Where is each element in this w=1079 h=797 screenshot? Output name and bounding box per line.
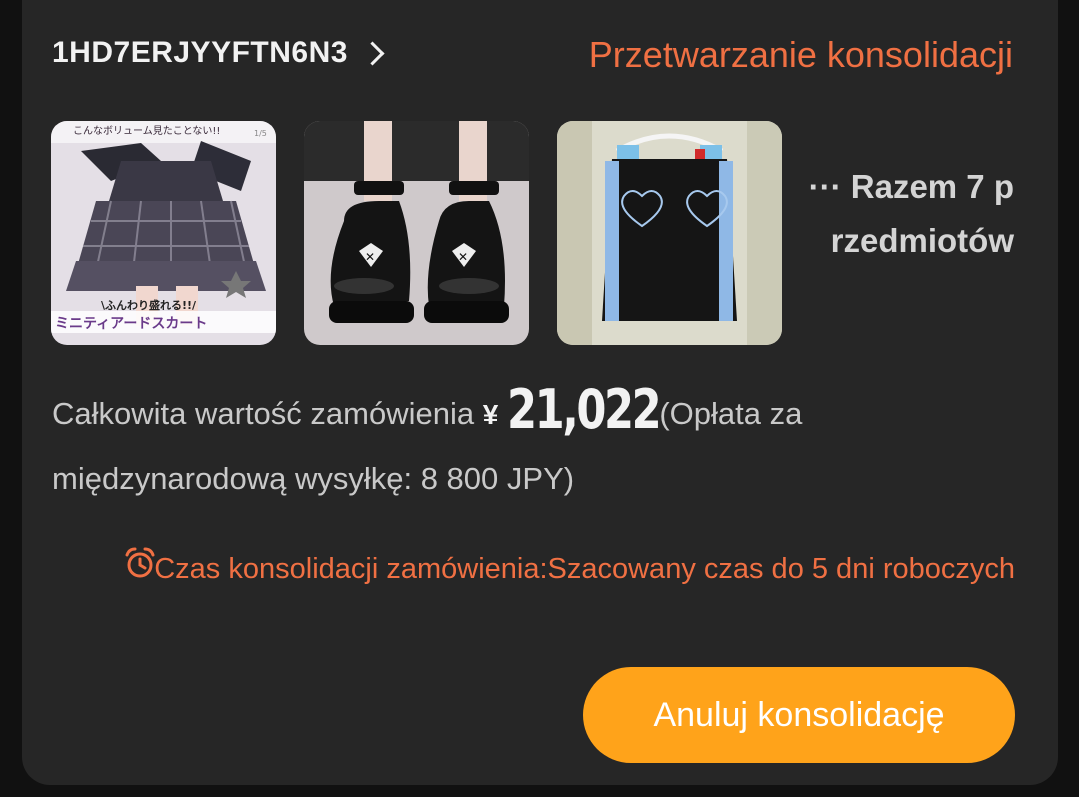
- plaid-tiered-skirt-photo: こんなボリューム見たことない!! 1/5 \ふんわり盛れる!!/ ミニティアード…: [51, 121, 276, 345]
- order-id-link[interactable]: 1HD7ERJYYFTN6N3: [52, 36, 385, 70]
- black-skirt-on-hanger-photo: [557, 121, 782, 345]
- item-thumbnail-skirt[interactable]: こんなボリューム見たことない!! 1/5 \ふんわり盛れる!!/ ミニティアード…: [51, 121, 276, 345]
- cancel-consolidation-button[interactable]: Anuluj konsolidację: [583, 667, 1015, 763]
- thumb-caption-mid: \ふんわり盛れる!!/: [101, 298, 197, 312]
- items-count-text: ··· Razem 7 przedmiotów: [808, 168, 1014, 259]
- thumb-caption-top: こんなボリューム見たことない!!: [73, 125, 220, 137]
- svg-text:✕: ✕: [458, 250, 468, 264]
- currency-symbol: ¥: [482, 399, 499, 430]
- total-label: Całkowita wartość zamówienia: [52, 396, 475, 431]
- svg-text:✕: ✕: [365, 250, 375, 264]
- black-platform-shoes-photo: ✕ ✕: [304, 121, 529, 345]
- total-amount: 21,022: [506, 378, 662, 441]
- order-total: Całkowita wartość zamówienia ¥ 21,022(Op…: [52, 378, 1012, 511]
- item-thumbnail-shoes[interactable]: ✕ ✕: [304, 121, 529, 345]
- order-id-text: 1HD7ERJYYFTN6N3: [52, 36, 348, 69]
- chevron-right-icon: [360, 40, 385, 66]
- order-status: Przetwarzanie konsolidacji: [588, 34, 1013, 75]
- thumb-counter: 1/5: [254, 129, 267, 138]
- thumb-caption-bottom: ミニティアードスカート: [55, 316, 207, 332]
- consolidation-time-notice: Czas konsolidacji zamówienia:Szacowany c…: [154, 553, 1015, 585]
- item-thumbnail-hanger-skirt[interactable]: [557, 121, 782, 345]
